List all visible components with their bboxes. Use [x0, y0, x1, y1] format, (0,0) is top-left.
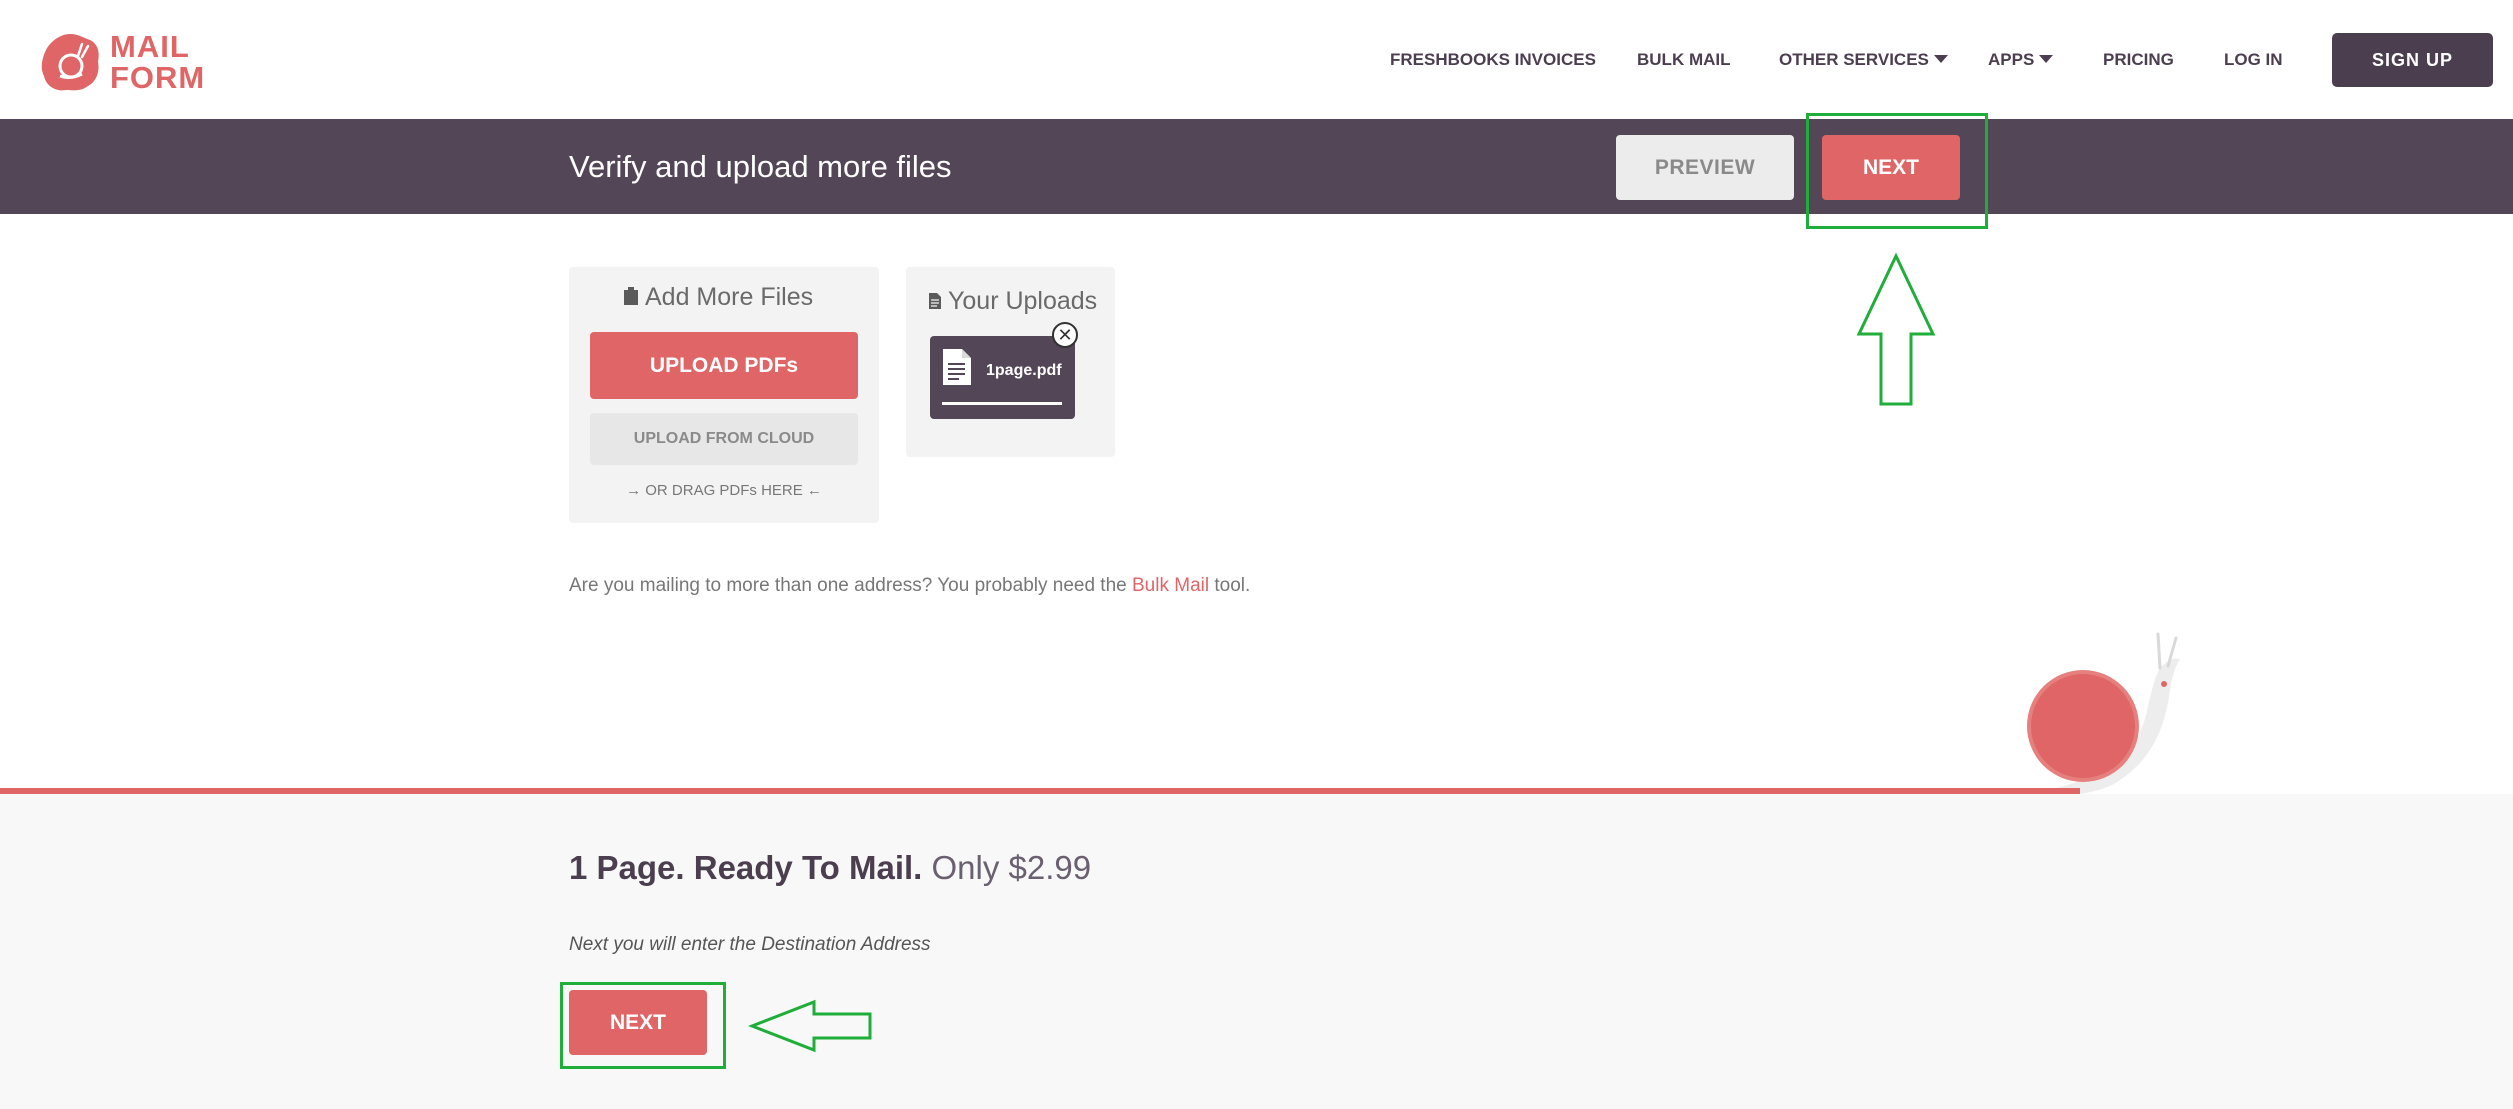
nav-other-services-label: OTHER SERVICES	[1779, 50, 1929, 69]
logo-line-2: FORM	[110, 60, 206, 95]
next-step-hint: Next you will enter the Destination Addr…	[569, 934, 931, 955]
caret-down-icon	[1933, 55, 1948, 63]
page-title: Verify and upload more files	[569, 149, 952, 184]
left-arrow-annotation-icon	[748, 999, 872, 1053]
add-more-files-panel[interactable]: Add More Files UPLOAD PDFs UPLOAD FROM C…	[569, 267, 879, 523]
uploaded-file-name: 1page.pdf	[986, 362, 1062, 379]
logo-wordmark: MAIL FORM	[110, 31, 205, 93]
nav-freshbooks-invoices[interactable]: FRESHBOOKS INVOICES	[1390, 50, 1596, 70]
snail-logo-icon	[41, 34, 99, 91]
page-count-ready: 1 Page. Ready To Mail.	[569, 849, 923, 886]
nav-pricing[interactable]: PRICING	[2103, 50, 2174, 70]
upload-pdfs-button[interactable]: UPLOAD PDFs	[590, 332, 858, 399]
document-icon	[929, 293, 941, 309]
pdf-file-icon	[943, 349, 971, 385]
mailform-logo[interactable]: MAIL FORM	[38, 30, 205, 94]
clipboard-icon	[624, 287, 638, 305]
top-navigation: MAIL FORM FRESHBOOKS INVOICES BULK MAIL …	[0, 0, 2513, 119]
price-label: Only $2.99	[931, 849, 1092, 886]
logo-line-1: MAIL	[110, 29, 190, 64]
up-arrow-annotation-icon	[1856, 252, 1936, 406]
uploaded-file-card[interactable]: 1page.pdf ✕	[930, 322, 1078, 419]
upload-progress-line	[942, 402, 1062, 405]
upload-from-cloud-button[interactable]: UPLOAD FROM CLOUD	[590, 413, 858, 465]
highlight-box-bottom-next	[560, 982, 726, 1069]
remove-file-close-icon[interactable]: ✕	[1052, 322, 1078, 348]
snail-illustration	[2018, 632, 2180, 797]
add-more-files-label: Add More Files	[645, 283, 814, 311]
nav-bulk-mail[interactable]: BULK MAIL	[1637, 50, 1730, 70]
highlight-box-top-next	[1806, 113, 1988, 229]
bulk-mail-note: Are you mailing to more than one address…	[569, 575, 1250, 597]
nav-other-services[interactable]: OTHER SERVICES	[1779, 50, 1948, 70]
checkout-summary-section: 1 Page. Ready To Mail. Only $2.99 Next y…	[0, 794, 2513, 1109]
your-uploads-panel: Your Uploads 1page.pdf ✕	[906, 267, 1115, 457]
nav-apps-label: APPS	[1988, 50, 2035, 69]
order-summary: 1 Page. Ready To Mail. Only $2.99	[569, 849, 1091, 887]
drag-drop-hint: → OR DRAG PDFs HERE ←	[626, 482, 822, 499]
bulk-mail-note-text: Are you mailing to more than one address…	[569, 575, 1132, 596]
add-more-files-title: Add More Files	[623, 283, 813, 312]
bulk-mail-link[interactable]: Bulk Mail	[1132, 575, 1209, 596]
nav-apps[interactable]: APPS	[1988, 50, 2054, 70]
caret-down-icon	[2039, 55, 2054, 63]
signup-button[interactable]: SIGN UP	[2332, 33, 2493, 87]
bulk-mail-note-suffix: tool.	[1209, 575, 1251, 596]
preview-button[interactable]: PREVIEW	[1616, 135, 1794, 200]
step-header-bar: Verify and upload more files PREVIEW NEX…	[0, 119, 2513, 214]
nav-login[interactable]: LOG IN	[2224, 50, 2283, 70]
your-uploads-title: Your Uploads	[928, 287, 1097, 316]
your-uploads-label: Your Uploads	[948, 287, 1098, 315]
